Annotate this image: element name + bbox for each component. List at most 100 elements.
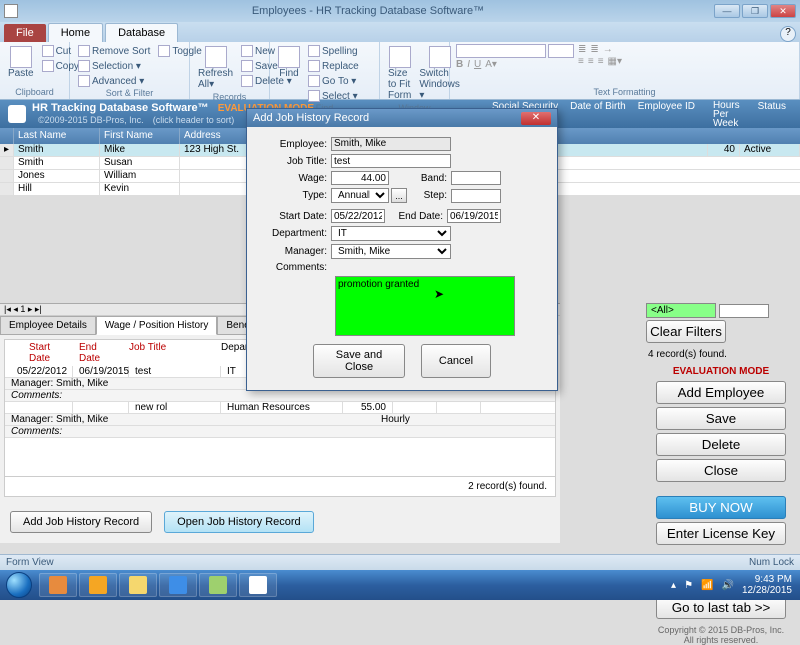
comments-textarea[interactable]: promotion granted➤ xyxy=(335,276,515,336)
shdr-jobtitle[interactable]: Job Title xyxy=(123,342,215,364)
enter-license-button[interactable]: Enter License Key xyxy=(656,522,786,545)
copy-icon xyxy=(42,60,54,72)
clock[interactable]: 9:43 PM12/28/2015 xyxy=(742,574,792,596)
subgrid-row[interactable]: new rolHuman Resources55.00 xyxy=(5,402,555,414)
help-button[interactable]: ? xyxy=(780,26,796,42)
step-field[interactable] xyxy=(451,189,501,203)
filter-field[interactable] xyxy=(719,304,769,318)
tray-chevron-icon[interactable]: ▴ xyxy=(671,580,676,591)
enddate-field[interactable] xyxy=(447,209,501,223)
tray-network-icon[interactable]: 📶 xyxy=(701,580,713,591)
hr-icon xyxy=(249,576,267,594)
lbl-manager: Manager: xyxy=(255,246,331,257)
advanced-icon xyxy=(78,75,90,87)
spelling-button[interactable]: Spelling xyxy=(306,44,361,58)
startdate-field[interactable] xyxy=(331,209,385,223)
advanced-button[interactable]: Advanced ▾ xyxy=(76,74,152,88)
bold-button[interactable]: B xyxy=(456,59,463,70)
clear-filters-button[interactable]: Clear Filters xyxy=(646,320,726,343)
taskbar-paint[interactable] xyxy=(199,573,237,597)
indent-button[interactable]: → xyxy=(603,44,613,55)
selection-icon xyxy=(78,60,90,72)
align-left-button[interactable]: ≡ xyxy=(578,56,584,67)
close-button[interactable]: ✕ xyxy=(770,4,796,18)
cancel-button[interactable]: Cancel xyxy=(421,344,491,378)
open-job-history-button[interactable]: Open Job History Record xyxy=(164,511,314,533)
fill-color-button[interactable]: ▦▾ xyxy=(608,56,622,67)
maximize-button[interactable]: ❐ xyxy=(742,4,768,18)
type-ellipsis-button[interactable]: ... xyxy=(391,188,407,203)
font-size-select[interactable] xyxy=(548,44,574,58)
col-dob[interactable]: Date of Birth xyxy=(564,101,632,128)
buy-now-button[interactable]: BUY NOW xyxy=(656,496,786,519)
manager-dropdown[interactable]: Smith, Mike xyxy=(331,244,451,259)
selection-button[interactable]: Selection ▾ xyxy=(76,59,152,73)
find-icon xyxy=(278,46,300,68)
tray-speaker-icon[interactable]: 🔊 xyxy=(721,580,733,591)
save-and-close-button[interactable]: Save and Close xyxy=(313,344,405,378)
tab-file[interactable]: File xyxy=(4,24,46,42)
align-right-button[interactable]: ≡ xyxy=(598,56,604,67)
wage-field[interactable] xyxy=(331,171,389,185)
size-to-fit-button[interactable]: Size to Fit Form xyxy=(386,44,413,103)
replace-icon xyxy=(308,60,320,72)
hdr-firstname[interactable]: First Name xyxy=(100,128,180,144)
bullets-button[interactable]: ≣ xyxy=(578,44,586,55)
goto-button[interactable]: Go To ▾ xyxy=(306,74,361,88)
find-button[interactable]: Find xyxy=(276,44,302,81)
underline-button[interactable]: U xyxy=(474,59,481,70)
align-center-button[interactable]: ≡ xyxy=(588,56,594,67)
close-form-button[interactable]: Close xyxy=(656,459,786,482)
tab-home[interactable]: Home xyxy=(48,23,103,42)
taskbar-explorer[interactable] xyxy=(119,573,157,597)
department-dropdown[interactable]: IT xyxy=(331,226,451,241)
delete-employee-button[interactable]: Delete xyxy=(656,433,786,456)
band-field[interactable] xyxy=(451,171,501,185)
system-tray[interactable]: ▴ ⚑ 📶 🔊 9:43 PM12/28/2015 xyxy=(671,574,800,596)
shdr-end[interactable]: End Date xyxy=(73,342,123,364)
add-employee-button[interactable]: Add Employee xyxy=(656,381,786,404)
tab-wage-history[interactable]: Wage / Position History xyxy=(96,316,218,335)
shdr-start[interactable]: Start Date xyxy=(23,342,73,364)
panel-copyright: Copyright © 2015 DB-Pros, Inc.All rights… xyxy=(646,625,796,645)
numbering-button[interactable]: ≣ xyxy=(590,44,598,55)
italic-button[interactable]: I xyxy=(467,59,470,70)
save-employee-button[interactable]: Save xyxy=(656,407,786,430)
subgrid-row-mgr: Manager: Smith, MikeHourly xyxy=(5,414,555,426)
taskbar-mediaplayer[interactable] xyxy=(159,573,197,597)
col-hpw[interactable]: HoursPerWeek xyxy=(701,101,752,128)
spelling-icon xyxy=(308,45,320,57)
group-clipboard: Clipboard xyxy=(6,87,63,97)
type-dropdown[interactable]: Annually xyxy=(331,188,389,203)
filter-all-dropdown[interactable]: <All> xyxy=(646,303,716,318)
start-button[interactable] xyxy=(0,570,38,600)
font-family-select[interactable] xyxy=(456,44,546,58)
lbl-startdate: Start Date: xyxy=(255,211,331,222)
paste-button[interactable]: Paste xyxy=(6,44,36,81)
col-eid[interactable]: Employee ID xyxy=(632,101,701,128)
dialog-close-button[interactable]: ✕ xyxy=(521,112,551,125)
lbl-step: Step: xyxy=(407,190,451,201)
remove-sort-button[interactable]: Remove Sort xyxy=(76,44,152,58)
jobtitle-field[interactable] xyxy=(331,154,451,168)
tray-flag-icon[interactable]: ⚑ xyxy=(684,580,693,591)
taskbar-app[interactable] xyxy=(239,573,277,597)
dialog-titlebar[interactable]: Add Job History Record ✕ xyxy=(247,109,557,127)
tab-employee-details[interactable]: Employee Details xyxy=(0,316,96,335)
cut-icon xyxy=(42,45,54,57)
add-job-history-button[interactable]: Add Job History Record xyxy=(10,511,152,533)
tab-database[interactable]: Database xyxy=(105,23,178,42)
replace-button[interactable]: Replace xyxy=(306,59,361,73)
select-button[interactable]: Select ▾ xyxy=(306,89,361,103)
minimize-button[interactable]: — xyxy=(714,4,740,18)
cursor-icon: ➤ xyxy=(434,287,444,301)
taskbar-firefox[interactable] xyxy=(39,573,77,597)
explorer-icon xyxy=(129,576,147,594)
refresh-all-button[interactable]: Refresh All▾ xyxy=(196,44,235,92)
hdr-lastname[interactable]: Last Name xyxy=(14,128,100,144)
lbl-employee: Employee: xyxy=(255,139,331,150)
font-color-button[interactable]: A▾ xyxy=(485,59,497,70)
col-status[interactable]: Status xyxy=(752,101,792,128)
taskbar-outlook[interactable] xyxy=(79,573,117,597)
paste-icon xyxy=(10,46,32,68)
